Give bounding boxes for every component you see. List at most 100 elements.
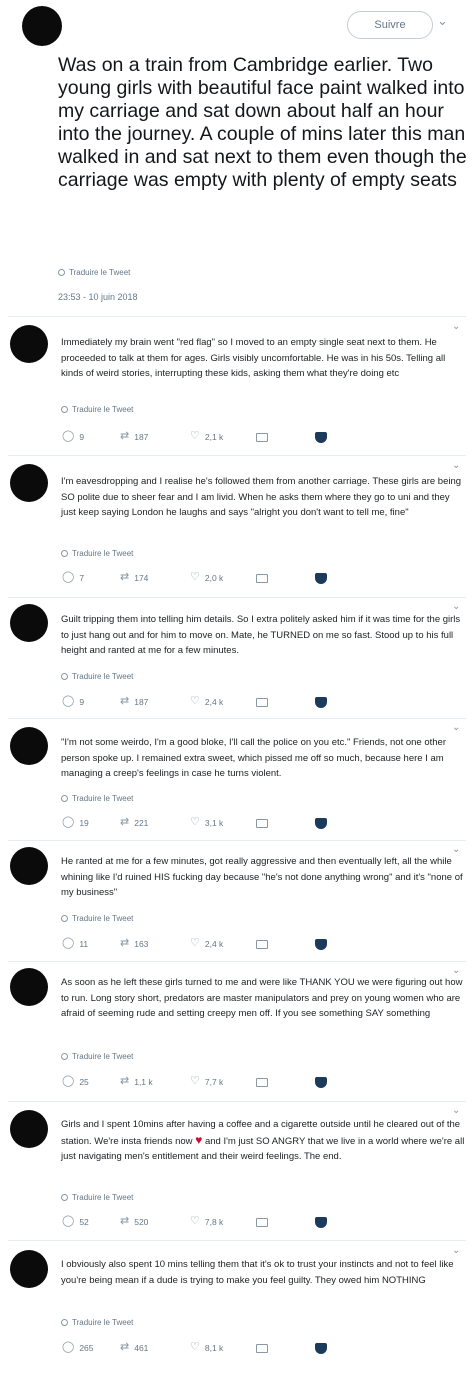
translate-tweet-link[interactable]: Traduire le Tweet: [61, 405, 133, 414]
reply-avatar[interactable]: [10, 727, 48, 765]
reply-button[interactable]: ◯ 25: [62, 1076, 89, 1087]
like-button[interactable]: ♡ 8,1 k: [190, 1342, 223, 1353]
like-button[interactable]: ♡ 2,4 k: [190, 938, 223, 949]
like-button[interactable]: ♡ 2,0 k: [190, 572, 223, 583]
translate-label: Traduire le Tweet: [69, 268, 131, 277]
translate-label: Traduire le Tweet: [72, 1193, 134, 1202]
retweet-icon: ⇄: [120, 430, 130, 442]
reply-icon: ◯: [62, 937, 75, 949]
author-avatar[interactable]: [22, 6, 62, 46]
translate-label: Traduire le Tweet: [72, 794, 134, 803]
like-button[interactable]: ♡ 2,1 k: [190, 431, 223, 442]
reply-button[interactable]: ◯ 19: [62, 817, 89, 828]
reply-count: 25: [79, 1076, 89, 1087]
reply-button[interactable]: ◯ 7: [62, 572, 84, 583]
translate-tweet-link[interactable]: Traduire le Tweet: [61, 794, 133, 803]
tweet-actions: ◯ 52 ⇄ 520 ♡ 7,8 k: [62, 1216, 362, 1232]
message-icon[interactable]: [256, 940, 268, 949]
retweet-button[interactable]: ⇄ 1,1 k: [120, 1076, 153, 1087]
like-button[interactable]: ♡ 2,4 k: [190, 696, 223, 707]
chevron-down-icon[interactable]: ⌄: [452, 601, 460, 612]
chevron-down-icon[interactable]: ⌄: [437, 13, 448, 29]
translate-tweet-link[interactable]: Traduire le Tweet: [61, 1052, 133, 1061]
shield-icon[interactable]: [315, 1077, 327, 1088]
reply-count: 265: [79, 1342, 94, 1353]
reply-text: Immediately my brain went "red flag" so …: [61, 337, 446, 379]
reply-button[interactable]: ◯ 9: [62, 696, 84, 707]
reply-button[interactable]: ◯ 11: [62, 938, 88, 949]
reply-avatar[interactable]: [10, 325, 48, 363]
like-count: 3,1 k: [204, 817, 224, 828]
reply-count: 19: [79, 817, 89, 828]
reply-avatar[interactable]: [10, 847, 48, 885]
translate-label: Traduire le Tweet: [72, 405, 134, 414]
reply-count: 9: [79, 696, 85, 707]
reply-avatar[interactable]: [10, 604, 48, 642]
divider: [8, 597, 466, 598]
divider: [8, 316, 466, 317]
retweet-button[interactable]: ⇄ 187: [120, 696, 148, 707]
retweet-count: 163: [134, 938, 149, 949]
retweet-button[interactable]: ⇄ 187: [120, 431, 148, 442]
like-button[interactable]: ♡ 7,8 k: [190, 1216, 223, 1227]
chevron-down-icon[interactable]: ⌄: [452, 460, 460, 471]
shield-icon[interactable]: [315, 1343, 327, 1354]
message-icon[interactable]: [256, 1218, 268, 1227]
reply-avatar[interactable]: [10, 1110, 48, 1148]
message-icon[interactable]: [256, 819, 268, 828]
retweet-button[interactable]: ⇄ 221: [120, 817, 148, 828]
translate-tweet-link[interactable]: Traduire le Tweet: [61, 672, 133, 681]
divider: [8, 718, 466, 719]
retweet-button[interactable]: ⇄ 163: [120, 938, 148, 949]
reply-text: I obviously also spent 10 mins telling t…: [61, 1259, 454, 1286]
shield-icon[interactable]: [315, 697, 327, 708]
translate-tweet-link[interactable]: Traduire le Tweet: [61, 914, 133, 923]
message-icon[interactable]: [256, 433, 268, 442]
like-count: 7,7 k: [204, 1076, 224, 1087]
reply-button[interactable]: ◯ 265: [62, 1342, 94, 1353]
shield-icon[interactable]: [315, 432, 327, 443]
follow-button[interactable]: Suivre: [347, 11, 433, 39]
reply-avatar[interactable]: [10, 464, 48, 502]
chevron-down-icon[interactable]: ⌄: [452, 1245, 460, 1256]
retweet-button[interactable]: ⇄ 520: [120, 1216, 148, 1227]
reply-icon: ◯: [62, 1215, 75, 1227]
chevron-down-icon[interactable]: ⌄: [452, 321, 460, 332]
shield-icon[interactable]: [315, 939, 327, 950]
reply-avatar[interactable]: [10, 968, 48, 1006]
translate-tweet-link[interactable]: Traduire le Tweet: [61, 1318, 133, 1327]
reply-button[interactable]: ◯ 52: [62, 1216, 89, 1227]
translate-label: Traduire le Tweet: [72, 672, 134, 681]
reply-icon: ◯: [62, 695, 75, 707]
reply-button[interactable]: ◯ 9: [62, 431, 84, 442]
retweet-count: 174: [134, 572, 149, 583]
reply-avatar[interactable]: [10, 1250, 48, 1288]
message-icon[interactable]: [256, 1078, 268, 1087]
divider: [8, 455, 466, 456]
translate-tweet-link[interactable]: Traduire le Tweet: [61, 1193, 133, 1202]
translate-tweet-link[interactable]: Traduire le Tweet: [58, 268, 130, 277]
translate-tweet-link[interactable]: Traduire le Tweet: [61, 549, 133, 558]
retweet-icon: ⇄: [120, 937, 130, 949]
message-icon[interactable]: [256, 1344, 268, 1353]
chevron-down-icon[interactable]: ⌄: [452, 1105, 460, 1116]
shield-icon[interactable]: [315, 818, 327, 829]
retweet-button[interactable]: ⇄ 174: [120, 572, 148, 583]
chevron-down-icon[interactable]: ⌄: [452, 722, 460, 733]
reply-icon: ◯: [62, 1075, 75, 1087]
message-icon[interactable]: [256, 574, 268, 583]
like-count: 8,1 k: [204, 1342, 224, 1353]
retweet-count: 520: [134, 1216, 149, 1227]
reply-text: As soon as he left these girls turned to…: [61, 977, 463, 1019]
tweet-timestamp[interactable]: 23:53 - 10 juin 2018: [58, 292, 138, 302]
reply-text: I'm eavesdropping and I realise he's fol…: [61, 476, 462, 518]
heart-icon: ♡: [190, 937, 200, 949]
like-button[interactable]: ♡ 3,1 k: [190, 817, 223, 828]
retweet-button[interactable]: ⇄ 461: [120, 1342, 148, 1353]
reply-text: Girls and I spent 10mins after having a …: [61, 1117, 465, 1165]
message-icon[interactable]: [256, 698, 268, 707]
shield-icon[interactable]: [315, 573, 327, 584]
reply-icon: ◯: [62, 571, 75, 583]
shield-icon[interactable]: [315, 1217, 327, 1228]
like-button[interactable]: ♡ 7,7 k: [190, 1076, 223, 1087]
